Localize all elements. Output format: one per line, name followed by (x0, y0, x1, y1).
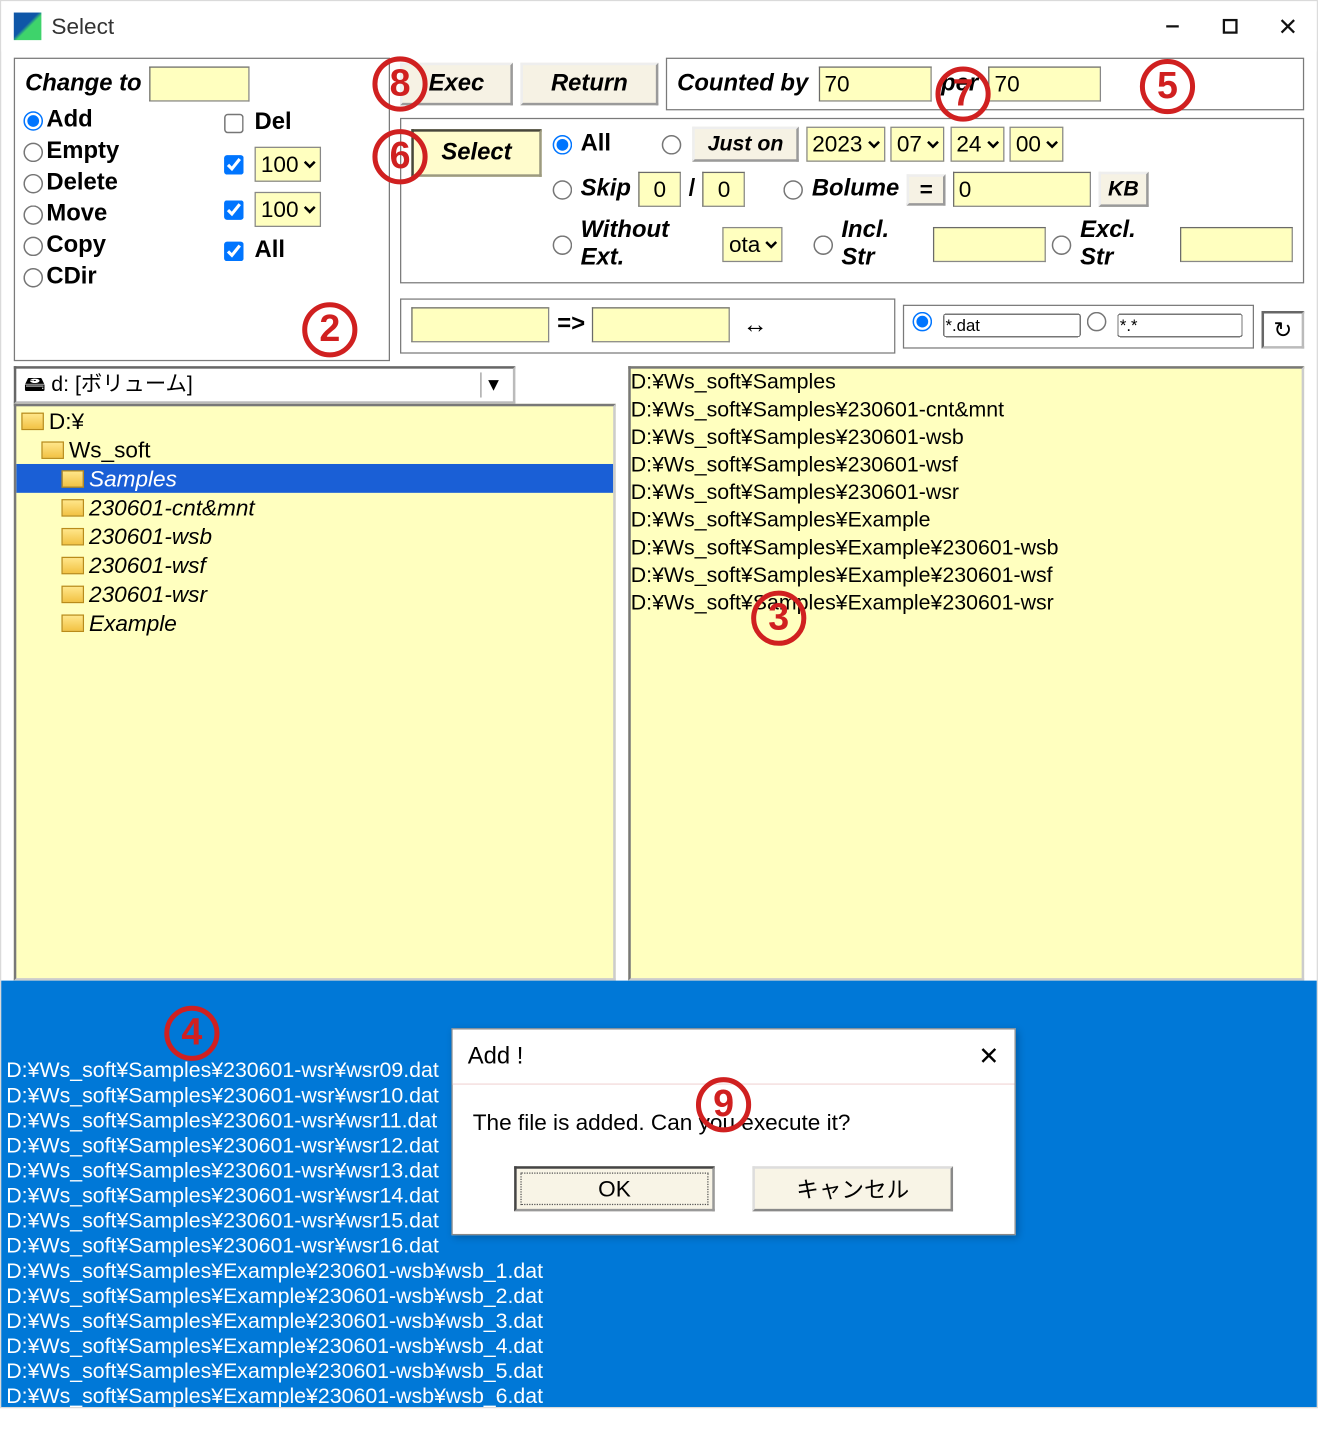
result-item[interactable]: D:¥Ws_soft¥Samples¥Example¥230601-wsb¥ws… (6, 1359, 1311, 1384)
filter-skip[interactable]: Skip (554, 176, 631, 204)
op-move[interactable]: Move (25, 201, 379, 229)
result-item[interactable]: D:¥Ws_soft¥Samples¥Example¥230601-wsb¥ws… (6, 1284, 1311, 1309)
path-item[interactable]: D:¥Ws_soft¥Samples¥Example¥230601-wsb (631, 534, 1302, 562)
minimize-button[interactable] (1144, 6, 1202, 46)
annotation-4: 4 (164, 1006, 219, 1061)
path-item[interactable]: D:¥Ws_soft¥Samples¥230601-wsf (631, 451, 1302, 479)
result-item[interactable]: D:¥Ws_soft¥Samples¥230601-wsr¥wsr16.dat (6, 1234, 1311, 1259)
refresh-button[interactable]: ↻ (1262, 311, 1305, 349)
app-icon (14, 13, 42, 41)
path-item[interactable]: D:¥Ws_soft¥Samples¥Example (631, 507, 1302, 535)
excl-input[interactable] (1180, 227, 1293, 262)
month-select[interactable]: 07 (891, 127, 945, 162)
change-to-label: Change to (25, 70, 141, 98)
year-select[interactable]: 2023 (806, 127, 885, 162)
day-select[interactable]: 24 (950, 127, 1004, 162)
op-copy[interactable]: Copy (25, 232, 379, 260)
tree-node[interactable]: D:¥ (16, 406, 613, 435)
filter-incl[interactable]: Incl. Str (815, 217, 926, 272)
path-item[interactable]: D:¥Ws_soft¥Samples¥230601-cnt&mnt (631, 396, 1302, 424)
tree-node[interactable]: 230601-wsb (16, 522, 613, 551)
path-list[interactable]: D:¥Ws_soft¥SamplesD:¥Ws_soft¥Samples¥230… (628, 366, 1304, 980)
all-checkbox[interactable] (224, 241, 244, 261)
dialog-title: Add ! (468, 1043, 524, 1071)
operation-radio-list: Add Empty Delete Move Copy CDir (25, 107, 379, 291)
spin1-combo[interactable]: 100 (255, 147, 321, 182)
bolume-unit[interactable]: KB (1098, 172, 1149, 207)
dialog-message: The file is added. Can you execute it? (453, 1085, 1015, 1151)
skip-b: 0 (703, 172, 746, 207)
tree-node[interactable]: Example (16, 608, 613, 637)
exec-button[interactable]: Exec (400, 63, 513, 106)
spin2-checkbox[interactable] (224, 200, 244, 220)
filter-bolume[interactable]: Bolume (785, 176, 899, 204)
op-empty[interactable]: Empty (25, 138, 379, 166)
rename-arrow: => (557, 311, 585, 339)
drive-select[interactable]: 🖴 d: [ボリューム] ▾ (14, 366, 516, 404)
dialog-cancel-button[interactable]: キャンセル (752, 1166, 953, 1211)
filter-excl[interactable]: Excl. Str (1054, 217, 1173, 272)
counted-by-input[interactable] (818, 66, 931, 101)
titlebar: Select (1, 1, 1316, 51)
rename-from[interactable] (411, 307, 549, 342)
mask-all[interactable] (1088, 314, 1109, 337)
dialog-close-icon[interactable]: ✕ (978, 1041, 999, 1072)
tree-node[interactable]: Ws_soft (16, 435, 613, 464)
dialog-ok-button[interactable]: OK (514, 1166, 715, 1211)
result-item[interactable]: D:¥Ws_soft¥Samples¥Example¥230601-wsb¥ws… (6, 1334, 1311, 1359)
folder-tree[interactable]: D:¥Ws_softSamples230601-cnt&mnt230601-ws… (14, 404, 616, 981)
mask-dat-input[interactable] (943, 313, 1081, 337)
filter-all[interactable]: All (554, 130, 611, 158)
del-checkbox[interactable] (224, 113, 244, 133)
tree-node[interactable]: 230601-cnt&mnt (16, 493, 613, 522)
mask-all-input[interactable] (1117, 313, 1242, 337)
counted-by-label: Counted by (677, 70, 808, 98)
rename-to[interactable] (592, 307, 730, 342)
operation-group: Change to Add Empty Delete Move Copy CDi… (14, 58, 390, 361)
swap-icon[interactable]: ↔ (738, 310, 773, 339)
tree-node[interactable]: Samples (16, 464, 613, 493)
op-cdir[interactable]: CDir (25, 263, 379, 291)
skip-a: 0 (638, 172, 681, 207)
spin2-combo[interactable]: 100 (255, 192, 321, 227)
result-item[interactable]: D:¥Ws_soft¥Samples¥Example¥230601-wsb¥ws… (6, 1309, 1311, 1334)
bolume-eq[interactable]: = (907, 174, 945, 205)
select-button[interactable]: Select (411, 129, 541, 177)
change-to-input[interactable] (149, 66, 249, 101)
without-ext-combo[interactable]: ota (723, 227, 783, 262)
path-item[interactable]: D:¥Ws_soft¥Samples¥Example¥230601-wsr (631, 589, 1302, 617)
op-delete[interactable]: Delete (25, 169, 379, 197)
mask-dat[interactable] (914, 314, 935, 337)
just-on-button[interactable]: Just on (693, 127, 799, 162)
maximize-button[interactable] (1201, 6, 1259, 46)
return-button[interactable]: Return (520, 63, 658, 106)
hour-select[interactable]: 00 (1010, 127, 1064, 162)
tree-node[interactable]: 230601-wsr (16, 579, 613, 608)
path-item[interactable]: D:¥Ws_soft¥Samples¥Example¥230601-wsf (631, 562, 1302, 590)
bolume-input[interactable] (953, 172, 1091, 207)
tree-node[interactable]: 230601-wsf (16, 551, 613, 580)
add-dialog: Add ! ✕ 9 The file is added. Can you exe… (451, 1028, 1015, 1235)
per-input[interactable] (988, 66, 1101, 101)
result-item[interactable]: D:¥Ws_soft¥Samples¥Example¥230601-wsb¥ws… (6, 1384, 1311, 1407)
all-chk-label: All (255, 237, 285, 265)
window-title: Select (51, 13, 1143, 39)
path-item[interactable]: D:¥Ws_soft¥Samples (631, 369, 1302, 397)
per-label: per (941, 70, 978, 98)
spin1-checkbox[interactable] (224, 154, 244, 174)
filter-without-ext[interactable]: Without Ext. (554, 217, 715, 272)
result-item[interactable]: D:¥Ws_soft¥Samples¥Example¥230601-wsb¥ws… (6, 1259, 1311, 1284)
path-item[interactable]: D:¥Ws_soft¥Samples¥230601-wsr (631, 479, 1302, 507)
path-item[interactable]: D:¥Ws_soft¥Samples¥230601-wsb (631, 424, 1302, 452)
filter-just-on[interactable] (664, 136, 685, 152)
close-button[interactable] (1259, 6, 1317, 46)
incl-input[interactable] (933, 227, 1046, 262)
del-label: Del (255, 109, 292, 137)
op-add[interactable]: Add (25, 107, 379, 135)
